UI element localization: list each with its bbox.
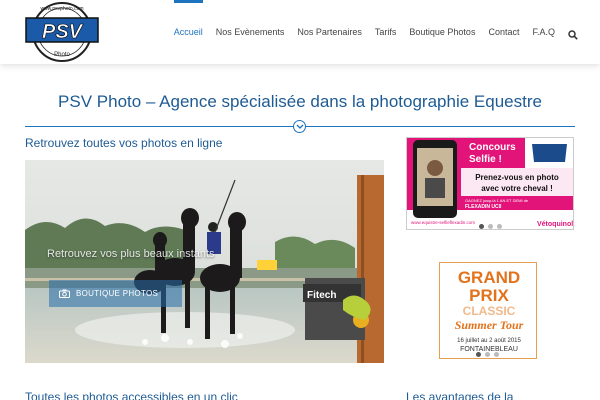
svg-text:Fitech: Fitech — [307, 290, 336, 301]
svg-text:Selfie !: Selfie ! — [469, 154, 502, 165]
svg-text:Summer Tour: Summer Tour — [455, 318, 524, 332]
boutique-photos-button[interactable]: BOUTIQUE PHOTOS — [49, 280, 182, 307]
svg-text:Photo: Photo — [54, 52, 70, 58]
hero-slider[interactable]: Fitech Retrouvez vos plus beaux instants… — [25, 160, 384, 363]
nav-tarifs[interactable]: Tarifs — [375, 0, 397, 64]
site-header: PSV www.psvphoto.com Photo Accueil Nos E… — [0, 0, 600, 64]
ad1-slider-dots — [479, 224, 502, 229]
slider-dot[interactable] — [488, 224, 493, 229]
svg-text:16 juillet au 2 août 2015: 16 juillet au 2 août 2015 — [457, 338, 521, 344]
nav-boutique-photos[interactable]: Boutique Photos — [409, 0, 475, 64]
svg-text:GAGNEZ jusqu'à 1 AN ET DEMI de: GAGNEZ jusqu'à 1 AN ET DEMI de — [465, 198, 529, 203]
psv-logo[interactable]: PSV www.psvphoto.com Photo — [24, 1, 100, 63]
grand-prix-banner[interactable]: GRAND PRIX CLASSIC Summer Tour 16 juille… — [439, 262, 537, 359]
svg-text:Vétoquinol: Vétoquinol — [537, 221, 573, 228]
svg-text:CLASSIC: CLASSIC — [463, 304, 516, 318]
slider-dot[interactable] — [476, 352, 481, 357]
section-heading-avantages: Les avantages de la — [406, 390, 514, 400]
svg-text:www.equistre-selfieflexadin.co: www.equistre-selfieflexadin.com — [411, 220, 475, 225]
slider-dot[interactable] — [494, 352, 499, 357]
camera-icon — [59, 289, 70, 298]
nav-partenaires[interactable]: Nos Partenaires — [297, 0, 362, 64]
section-heading-photos: Toutes les photos accessibles en un clic — [25, 390, 238, 400]
svg-text:avec votre cheval !: avec votre cheval ! — [481, 184, 553, 193]
svg-text:www.psvphoto.com: www.psvphoto.com — [40, 6, 83, 12]
svg-text:PRIX: PRIX — [469, 286, 509, 305]
slider-dot[interactable] — [479, 224, 484, 229]
nav-accueil[interactable]: Accueil — [173, 0, 203, 64]
main-nav: Accueil Nos Evènements Nos Partenaires T… — [161, 0, 578, 64]
hero-caption: Retrouvez vos plus beaux instants — [47, 248, 215, 260]
svg-text:GRAND: GRAND — [458, 268, 520, 287]
nav-contact[interactable]: Contact — [488, 0, 519, 64]
page-title: PSV Photo – Agence spécialisée dans la p… — [58, 92, 542, 111]
nav-evenements[interactable]: Nos Evènements — [216, 0, 285, 64]
chevron-down-icon[interactable] — [293, 120, 306, 133]
boutique-photos-label: BOUTIQUE PHOTOS — [76, 289, 159, 298]
svg-text:Concours: Concours — [469, 142, 516, 153]
ad2-slider-dots — [476, 352, 499, 357]
slider-dot[interactable] — [485, 352, 490, 357]
search-icon[interactable] — [568, 27, 578, 40]
slider-dot[interactable] — [497, 224, 502, 229]
selfie-contest-banner[interactable]: Concours Selfie ! Prenez-vous en photo a… — [406, 137, 574, 230]
svg-text:FLEXADIN UCII: FLEXADIN UCII — [465, 204, 502, 210]
section-heading: Retrouvez toutes vos photos en ligne — [25, 136, 223, 150]
svg-text:PSV: PSV — [42, 21, 84, 43]
svg-text:Prenez-vous en photo: Prenez-vous en photo — [475, 173, 559, 182]
nav-faq[interactable]: F.A.Q — [532, 0, 555, 64]
